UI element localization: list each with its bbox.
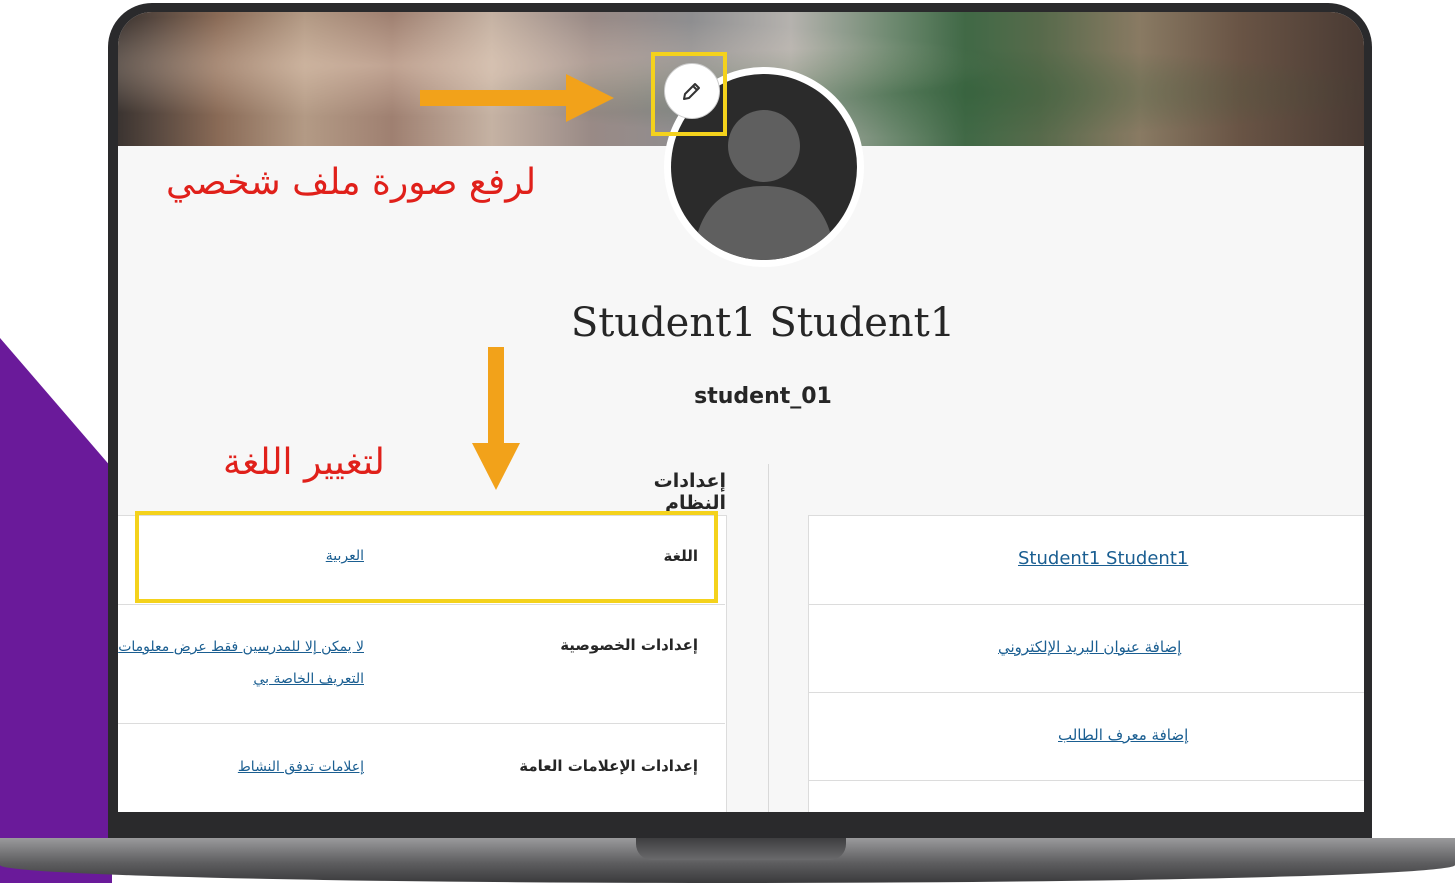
annotation-arrows: [420, 74, 614, 490]
arrow-down-icon: [472, 347, 520, 490]
arrow-right-icon: [420, 74, 614, 122]
laptop-notch: [636, 838, 846, 860]
